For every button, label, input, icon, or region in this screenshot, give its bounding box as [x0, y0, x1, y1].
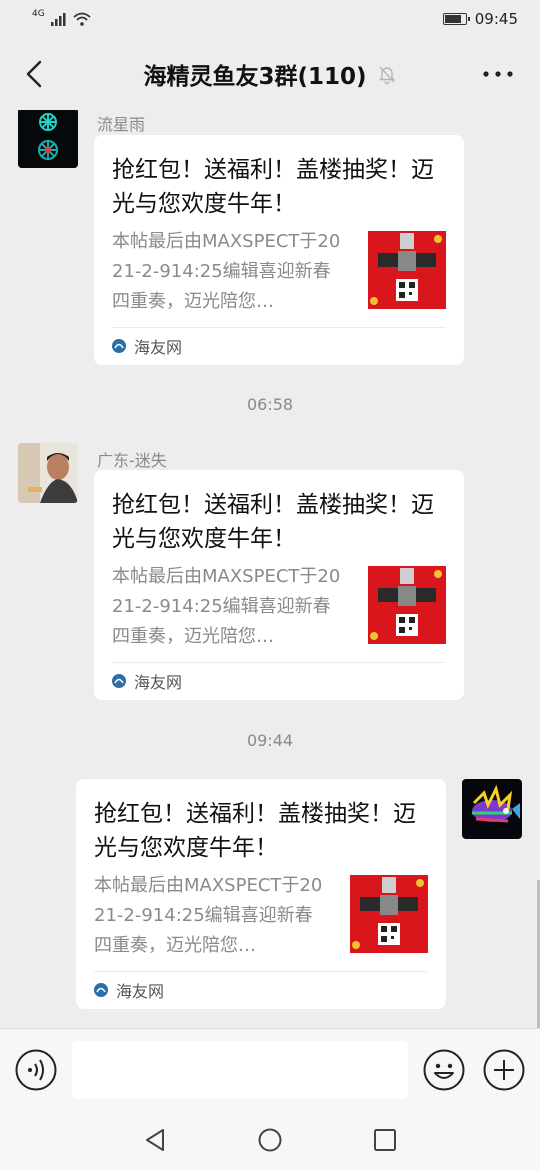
signal-icon	[50, 13, 66, 26]
card-body: 本帖最后由MAXSPECT于2021-2-914:25编辑喜迎新春四重奏，迈光陪…	[112, 562, 446, 652]
mute-bell-icon	[378, 66, 395, 84]
card-footer: 海友网	[112, 327, 446, 364]
nav-back-icon[interactable]	[143, 1128, 167, 1152]
link-card[interactable]: 抢红包！送福利！盖楼抽奖！迈光与您欢度牛年！ 本帖最后由MAXSPECT于202…	[94, 470, 464, 700]
link-card[interactable]: 抢红包！送福利！盖楼抽奖！迈光与您欢度牛年！ 本帖最后由MAXSPECT于202…	[94, 135, 464, 365]
plus-button-icon[interactable]	[483, 1049, 525, 1091]
system-nav-bar	[0, 1110, 540, 1170]
clock: 09:45	[474, 10, 518, 28]
more-button[interactable]	[478, 60, 518, 88]
battery-level	[444, 15, 462, 23]
site-logo-icon	[94, 983, 108, 997]
link-card-self[interactable]: 抢红包！送福利！盖楼抽奖！迈光与您欢度牛年！ 本帖最后由MAXSPECT于202…	[76, 779, 446, 1009]
back-button[interactable]	[16, 56, 52, 92]
chat-header: 海精灵鱼友3群(110)	[0, 38, 540, 110]
emoji-button-icon[interactable]	[423, 1049, 465, 1091]
card-footer: 海友网	[94, 971, 428, 1008]
card-source: 海友网	[116, 982, 165, 1001]
avatar-self[interactable]	[462, 779, 522, 839]
sender-name: 广东-迷失	[97, 451, 167, 470]
input-bar	[0, 1028, 540, 1110]
timestamp: 09:44	[246, 731, 294, 750]
back-arrow-icon	[26, 60, 42, 88]
voice-button-icon[interactable]	[15, 1049, 57, 1091]
chat-area[interactable]: 流星雨 抢红包！送福利！盖楼抽奖！迈光与您欢度牛年！ 本帖最后由MAXSPECT…	[0, 110, 540, 1028]
message-input[interactable]	[72, 1041, 408, 1099]
status-left: 4G	[32, 9, 91, 26]
site-logo-icon	[112, 674, 126, 688]
avatar-image	[18, 110, 78, 168]
avatar-sender-1[interactable]	[18, 110, 78, 168]
chat-title: 海精灵鱼友3群(110)	[143, 64, 367, 90]
network-type: 4G	[32, 9, 45, 19]
card-description: 本帖最后由MAXSPECT于2021-2-914:25编辑喜迎新春四重奏，迈光陪…	[94, 875, 323, 956]
nav-recents-icon[interactable]	[373, 1128, 397, 1152]
sender-name: 流星雨	[97, 115, 146, 134]
card-thumbnail	[350, 875, 428, 953]
battery-icon	[442, 13, 470, 25]
card-title: 抢红包！送福利！盖楼抽奖！迈光与您欢度牛年！	[94, 801, 416, 861]
timestamp: 06:58	[246, 395, 294, 414]
card-body: 本帖最后由MAXSPECT于2021-2-914:25编辑喜迎新春四重奏，迈光陪…	[94, 871, 428, 961]
card-source: 海友网	[134, 338, 183, 357]
card-description: 本帖最后由MAXSPECT于2021-2-914:25编辑喜迎新春四重奏，迈光陪…	[112, 231, 341, 312]
more-dots-icon	[483, 71, 513, 77]
nav-home-icon[interactable]	[258, 1128, 282, 1152]
avatar-image	[18, 443, 78, 503]
card-thumbnail	[368, 566, 446, 644]
avatar-image	[462, 779, 522, 839]
status-right: 09:45	[442, 10, 518, 28]
avatar-sender-2[interactable]	[18, 443, 78, 503]
card-thumbnail	[368, 231, 446, 309]
title-wrap: 海精灵鱼友3群(110)	[143, 57, 396, 91]
site-logo-icon	[112, 339, 126, 353]
wifi-icon	[73, 12, 91, 26]
status-bar: 4G 09:45	[0, 0, 540, 38]
card-description: 本帖最后由MAXSPECT于2021-2-914:25编辑喜迎新春四重奏，迈光陪…	[112, 566, 341, 647]
card-title: 抢红包！送福利！盖楼抽奖！迈光与您欢度牛年！	[112, 492, 434, 552]
card-footer: 海友网	[112, 662, 446, 699]
card-title: 抢红包！送福利！盖楼抽奖！迈光与您欢度牛年！	[112, 157, 434, 217]
card-source: 海友网	[134, 673, 183, 692]
card-body: 本帖最后由MAXSPECT于2021-2-914:25编辑喜迎新春四重奏，迈光陪…	[112, 227, 446, 317]
